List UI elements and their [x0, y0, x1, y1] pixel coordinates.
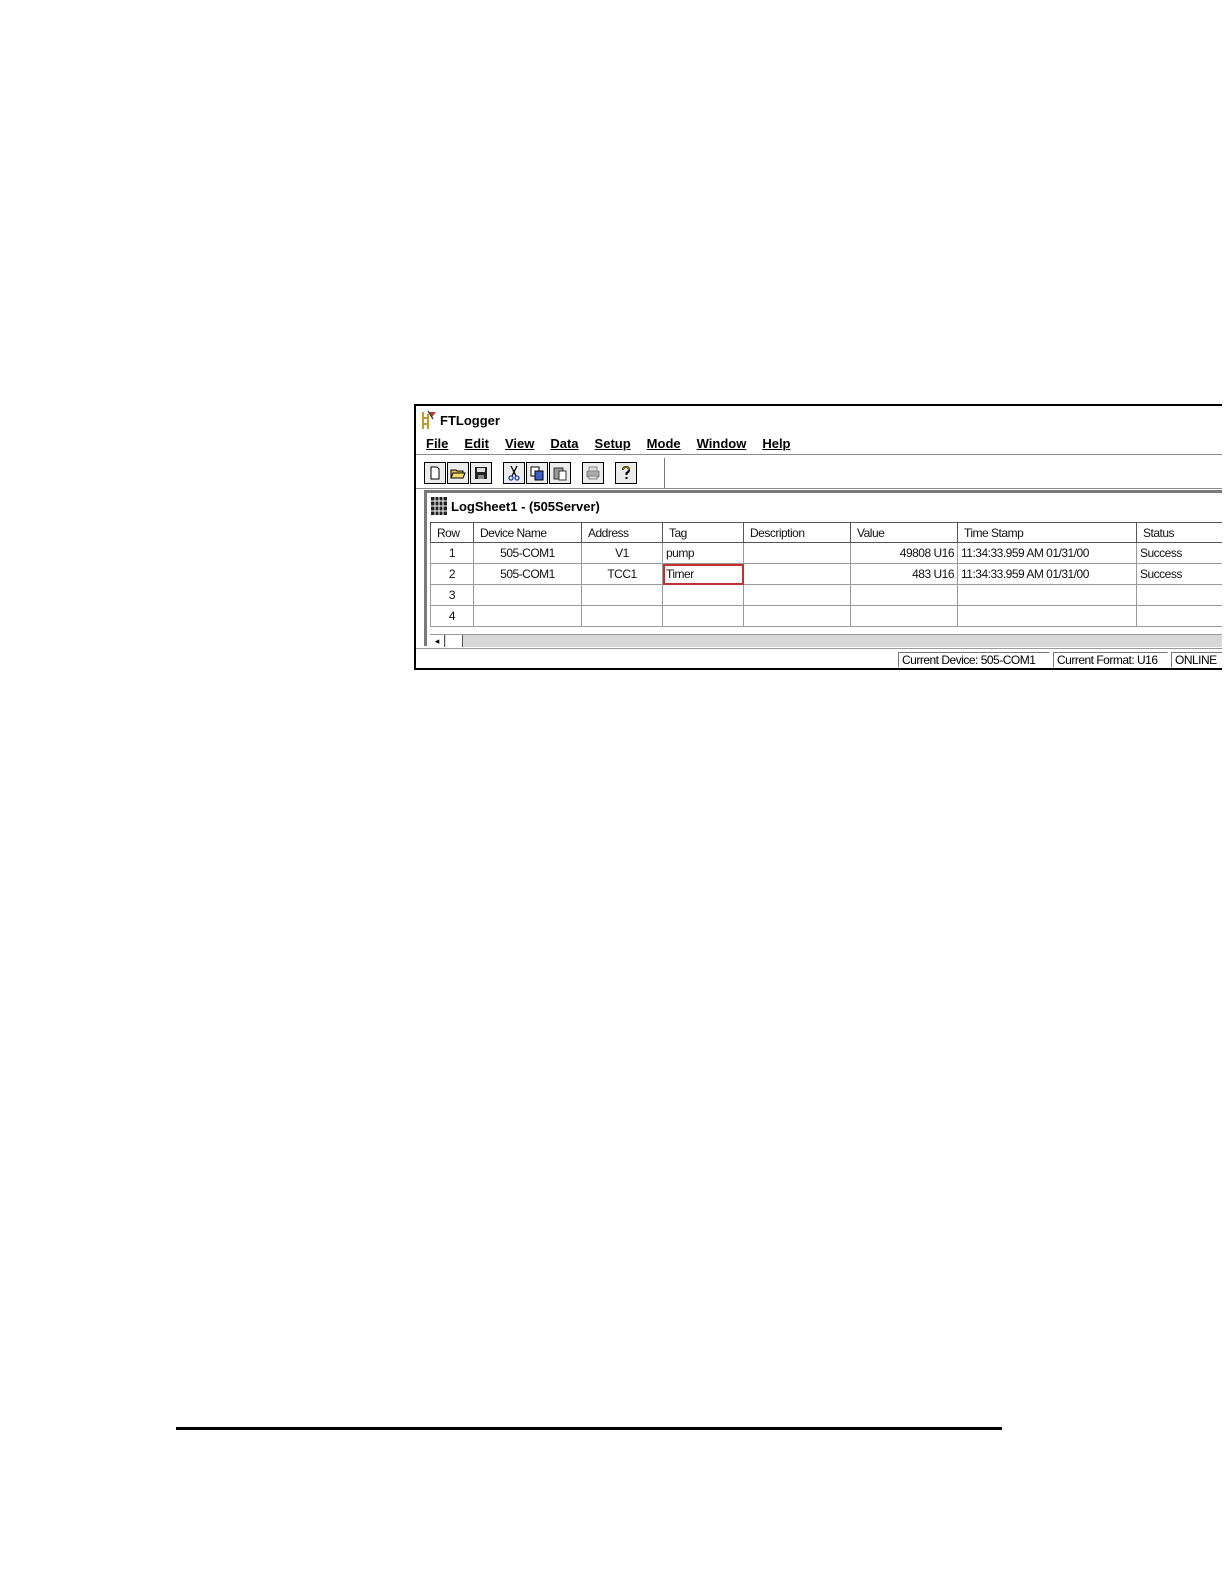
- save-icon: [475, 467, 487, 479]
- time-stamp-cell[interactable]: 11:34:33.959 AM 01/31/00: [957, 542, 1137, 564]
- ftlogger-window: FTLogger File Edit View Data Setup Mode …: [414, 404, 1222, 670]
- menu-view[interactable]: View: [505, 436, 534, 451]
- menu-bar: File Edit View Data Setup Mode Window He…: [426, 434, 807, 452]
- menu-mode[interactable]: Mode: [647, 436, 681, 451]
- open-folder-icon: [450, 469, 466, 479]
- copy-button[interactable]: [526, 462, 548, 484]
- print-button[interactable]: [582, 462, 604, 484]
- menu-help[interactable]: Help: [762, 436, 790, 451]
- status-cell[interactable]: Success: [1136, 563, 1222, 585]
- value-cell[interactable]: 49808 U16: [850, 542, 958, 564]
- description-cell[interactable]: [743, 563, 851, 585]
- new-file-icon: [430, 466, 440, 480]
- time-stamp-cell[interactable]: [957, 605, 1137, 627]
- device-name-cell[interactable]: 505-COM1: [473, 563, 582, 585]
- tag-cell[interactable]: pump: [662, 542, 744, 564]
- menu-setup[interactable]: Setup: [595, 436, 631, 451]
- address-cell[interactable]: V1: [581, 542, 663, 564]
- row-number[interactable]: 4: [430, 605, 474, 627]
- column-header-status[interactable]: Status: [1136, 522, 1222, 543]
- column-header-device-name[interactable]: Device Name: [473, 522, 582, 543]
- ftlogger-app-icon: [422, 410, 436, 429]
- time-stamp-cell[interactable]: 11:34:33.959 AM 01/31/00: [957, 563, 1137, 585]
- status-cell[interactable]: Success: [1136, 542, 1222, 564]
- tag-cell-selected[interactable]: Timer: [662, 563, 744, 585]
- paste-button[interactable]: [549, 462, 571, 484]
- paste-icon: [553, 467, 567, 481]
- column-header-description[interactable]: Description: [743, 522, 851, 543]
- column-header-tag[interactable]: Tag: [662, 522, 744, 543]
- horizontal-scrollbar[interactable]: ◂: [430, 634, 1222, 647]
- address-cell[interactable]: [581, 584, 663, 606]
- menu-window[interactable]: Window: [697, 436, 747, 451]
- column-header-row[interactable]: Row: [430, 522, 474, 543]
- log-table: Row Device Name Address Tag Description …: [430, 522, 1222, 627]
- row-number[interactable]: 3: [430, 584, 474, 606]
- tag-cell[interactable]: [662, 584, 744, 606]
- print-icon: [586, 466, 600, 480]
- column-header-time-stamp[interactable]: Time Stamp: [957, 522, 1137, 543]
- scroll-left-arrow-icon[interactable]: ◂: [430, 635, 445, 647]
- cut-button[interactable]: [503, 462, 525, 484]
- tag-cell[interactable]: [662, 605, 744, 627]
- open-button[interactable]: [447, 462, 469, 484]
- help-button[interactable]: [615, 462, 637, 484]
- title-bar: FTLogger: [420, 409, 500, 431]
- help-icon: [622, 465, 631, 479]
- toolbar-divider: [664, 458, 665, 488]
- logsheet-grid-icon: [431, 497, 447, 515]
- description-cell[interactable]: [743, 584, 851, 606]
- value-cell[interactable]: [850, 605, 958, 627]
- column-header-address[interactable]: Address: [581, 522, 663, 543]
- toolbar: [424, 460, 638, 486]
- row-number[interactable]: 2: [430, 563, 474, 585]
- menu-edit[interactable]: Edit: [464, 436, 489, 451]
- new-file-button[interactable]: [424, 462, 446, 484]
- row-number[interactable]: 1: [430, 542, 474, 564]
- save-button[interactable]: [470, 462, 492, 484]
- copy-icon: [530, 466, 544, 481]
- table-header-row: Row Device Name Address Tag Description …: [430, 522, 1222, 543]
- device-name-cell[interactable]: [473, 605, 582, 627]
- column-header-value[interactable]: Value: [850, 522, 958, 543]
- value-cell[interactable]: [850, 584, 958, 606]
- description-cell[interactable]: [743, 605, 851, 627]
- table-row: 3: [430, 584, 1222, 606]
- logsheet-title: LogSheet1 - (505Server): [451, 498, 600, 514]
- device-name-cell[interactable]: 505-COM1: [473, 542, 582, 564]
- status-bar: Current Device: 505-COM1 Current Format:…: [416, 648, 1222, 668]
- scroll-thumb[interactable]: [446, 635, 463, 647]
- address-cell[interactable]: TCC1: [581, 563, 663, 585]
- address-cell[interactable]: [581, 605, 663, 627]
- description-cell[interactable]: [743, 542, 851, 564]
- value-cell[interactable]: 483 U16: [850, 563, 958, 585]
- status-cell[interactable]: [1136, 584, 1222, 606]
- device-name-cell[interactable]: [473, 584, 582, 606]
- logsheet-window: LogSheet1 - (505Server) Row Device Name …: [424, 490, 1222, 647]
- status-current-device: Current Device: 505-COM1: [898, 652, 1050, 668]
- table-row: 2 505-COM1 TCC1 Timer 483 U16 11:34:33.9…: [430, 563, 1222, 585]
- menu-separator: [416, 454, 1222, 456]
- status-cell[interactable]: [1136, 605, 1222, 627]
- menu-data[interactable]: Data: [550, 436, 578, 451]
- status-mode: ONLINE: [1171, 652, 1222, 668]
- time-stamp-cell[interactable]: [957, 584, 1137, 606]
- table-row: 4: [430, 605, 1222, 627]
- menu-file[interactable]: File: [426, 436, 448, 451]
- app-title: FTLogger: [440, 412, 500, 428]
- cut-icon: [508, 465, 520, 481]
- table-row: 1 505-COM1 V1 pump 49808 U16 11:34:33.95…: [430, 542, 1222, 564]
- status-current-format: Current Format: U16: [1053, 652, 1168, 668]
- logsheet-title-bar: LogSheet1 - (505Server): [431, 495, 600, 517]
- page-rule: [176, 1427, 1002, 1430]
